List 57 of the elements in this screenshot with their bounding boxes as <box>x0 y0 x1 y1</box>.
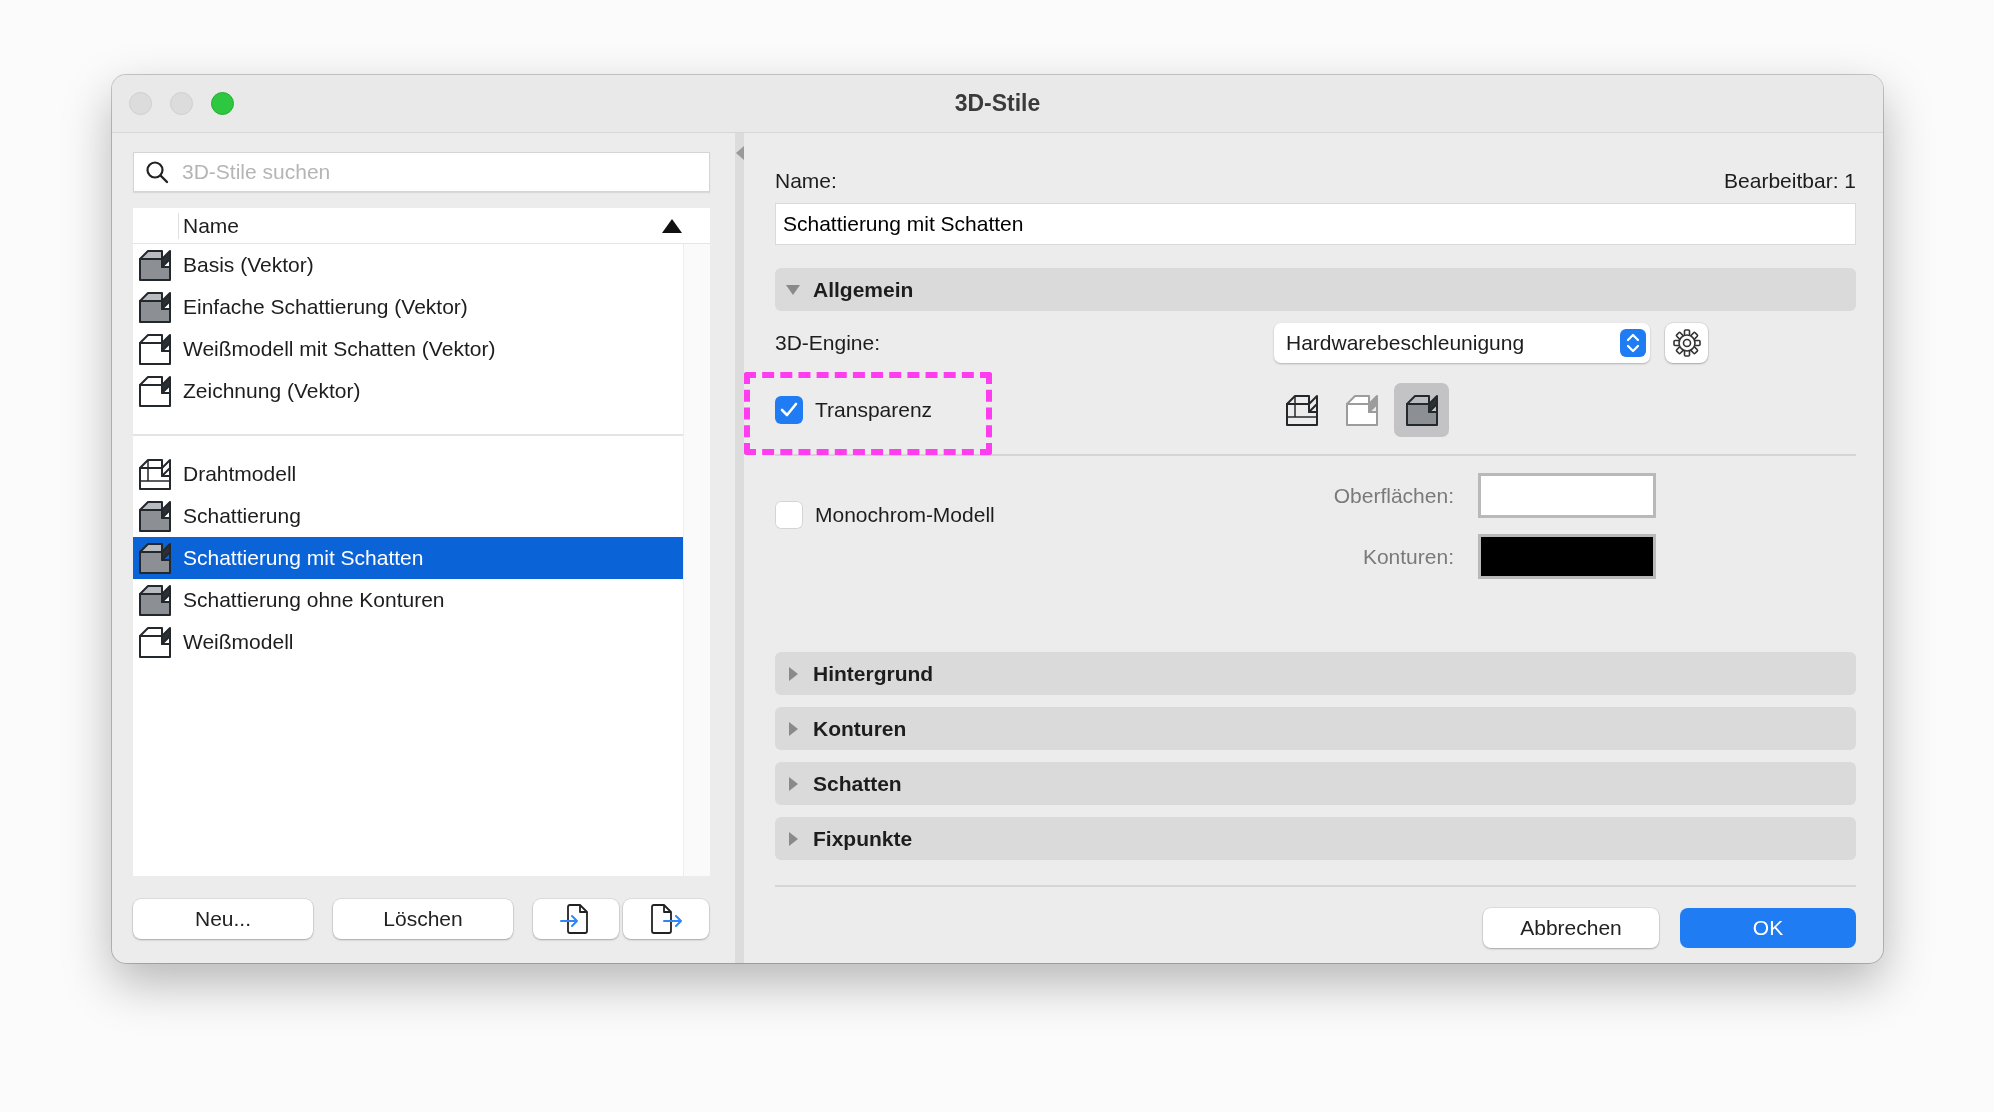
file-export-icon <box>650 904 682 934</box>
cube-icon <box>138 248 172 282</box>
export-button[interactable] <box>623 899 709 939</box>
checkbox-label: Transparenz <box>815 397 933 424</box>
cube-icon <box>138 499 172 533</box>
button[interactable]: Löschen <box>333 899 513 939</box>
ok-button[interactable]: OK <box>1680 908 1856 948</box>
section-header[interactable]: Hintergrund <box>775 652 1856 695</box>
engine-select[interactable]: Hardwarebeschleunigung <box>1274 323 1650 363</box>
color-swatch[interactable] <box>1478 473 1656 518</box>
cube-icon <box>138 332 172 366</box>
list-item[interactable]: Zeichnung (Vektor) <box>133 370 683 412</box>
color-label: Konturen: <box>1361 543 1454 570</box>
engine-label: 3D-Engine: <box>775 331 881 355</box>
list-item[interactable]: Weißmodell mit Schatten (Vektor) <box>133 328 683 370</box>
collapse-icon[interactable] <box>735 145 744 161</box>
cube-icon <box>1404 393 1439 427</box>
cube-icon <box>138 583 172 617</box>
checkbox-label: Monochrom-Modell <box>815 502 995 528</box>
list-item[interactable]: Einfache Schattierung (Vektor) <box>133 286 683 328</box>
section-header[interactable]: Fixpunkte <box>775 817 1856 860</box>
section-header[interactable]: Allgemein <box>775 268 1856 311</box>
display-mode-button[interactable] <box>1394 383 1449 437</box>
section-header[interactable]: Konturen <box>775 707 1856 750</box>
list-item[interactable]: Drahtmodell <box>133 453 683 495</box>
checkbox[interactable] <box>775 396 803 424</box>
list-item[interactable]: Schattierung <box>133 495 683 537</box>
checkmark-icon <box>780 402 798 418</box>
sort-ascending-icon[interactable] <box>662 218 682 233</box>
name-label: Name: <box>775 168 837 195</box>
settings-button[interactable] <box>1665 323 1708 363</box>
wireframe-cube-icon <box>1284 393 1319 427</box>
cube-icon <box>138 374 172 408</box>
cube-icon <box>138 290 172 324</box>
search-field[interactable]: 3D-Stile suchen <box>133 152 710 192</box>
import-button[interactable] <box>533 899 619 939</box>
color-label: Oberflächen: <box>1332 482 1454 509</box>
color-swatch[interactable] <box>1478 534 1656 579</box>
list-item[interactable]: Schattierung ohne Konturen <box>133 579 683 621</box>
cube-icon <box>138 541 172 575</box>
list-item[interactable]: Basis (Vektor) <box>133 244 683 286</box>
section-header[interactable]: Schatten <box>775 762 1856 805</box>
name-field[interactable]: Schattierung mit Schatten <box>775 203 1856 245</box>
list-item[interactable]: Schattierung mit Schatten <box>133 537 683 579</box>
zoom-window-button[interactable] <box>211 92 234 115</box>
cancel-button[interactable]: Abbrechen <box>1483 908 1659 948</box>
window-title: 3D-Stile <box>954 89 1041 119</box>
wireframe-cube-icon <box>138 457 172 491</box>
stepper-icon <box>1620 329 1646 357</box>
cube-icon <box>138 625 172 659</box>
settings-icon <box>1672 329 1701 357</box>
cube-icon <box>1344 393 1379 427</box>
column-header[interactable]: Name <box>183 209 662 242</box>
button[interactable]: Neu... <box>133 899 313 939</box>
checkbox[interactable] <box>775 500 803 529</box>
editable-count: Bearbeitbar: 1 <box>1724 168 1856 195</box>
list-item[interactable]: Weißmodell <box>133 621 683 663</box>
